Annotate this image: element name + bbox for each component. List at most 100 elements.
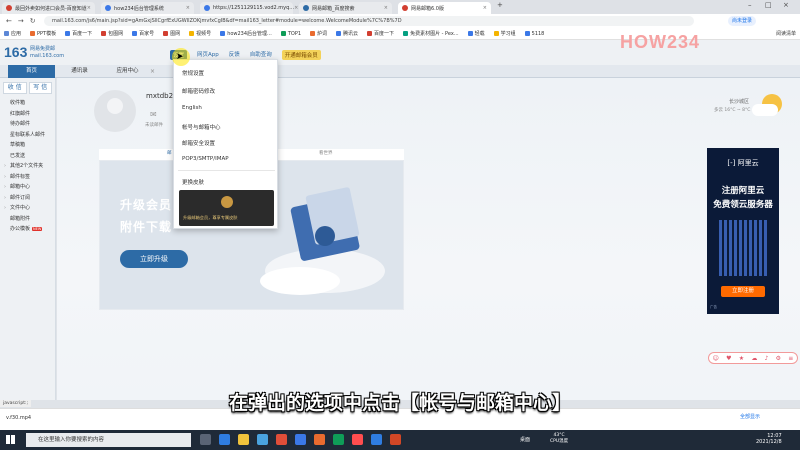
bookmark-item[interactable]: 包图网 — [101, 30, 123, 37]
sidebar-item-starred[interactable]: 星标联系人邮件 — [0, 130, 55, 141]
menu-item-english[interactable]: English — [182, 105, 202, 111]
sidebar-item-todo[interactable]: 待办邮件 — [0, 119, 55, 130]
bookmark-item[interactable]: 图网 — [163, 30, 180, 37]
floating-toolbar[interactable]: ☺ ♥ ★ ☁ ♪ ⚙ ≡ — [708, 352, 798, 364]
bookmark-item[interactable]: 应用 — [4, 30, 21, 37]
browser-tab-active[interactable]: 网易邮箱6.0版 × — [398, 2, 491, 14]
back-icon[interactable]: ← — [6, 17, 12, 25]
vip-link[interactable]: 开通邮箱会员 — [281, 50, 321, 60]
music-icon[interactable]: ♪ — [765, 355, 769, 362]
sidebar-item-templates[interactable]: 办公模板 NEW — [0, 224, 55, 235]
sidebar-item-sent[interactable]: 已发送 — [0, 151, 55, 162]
tab-app-center[interactable]: 应用中心 — [104, 65, 151, 78]
bookmark-item[interactable]: 视频号 — [189, 30, 211, 37]
tab-close-icon[interactable]: × — [483, 5, 487, 11]
tab-home[interactable]: 首页 — [8, 65, 55, 78]
bookmark-item[interactable]: PPT模板 — [30, 30, 56, 37]
bookmark-item[interactable]: 百度一下 — [65, 30, 92, 37]
avatar[interactable] — [94, 90, 136, 132]
new-tab-button[interactable]: + — [497, 1, 503, 9]
word-icon[interactable] — [371, 434, 382, 445]
bookmark-label: 百度一下 — [374, 31, 395, 37]
browser-tab[interactable]: 网易邮箱_百度搜索 × — [299, 2, 392, 14]
menu-item-security[interactable]: 邮箱安全设置 — [182, 139, 215, 147]
tab-close-icon[interactable]: × — [294, 5, 298, 11]
tab-contacts[interactable]: 通讯录 — [56, 65, 103, 78]
sidebar-item-mail-center[interactable]: 邮箱中心 — [0, 182, 55, 193]
close-window-button[interactable]: × — [783, 1, 789, 9]
sidebar-item-tags[interactable]: 邮件标签 — [0, 172, 55, 183]
banner-tab-mail[interactable]: 邮 — [167, 150, 172, 156]
tab-close-icon[interactable]: × — [186, 5, 190, 11]
emoji-icon[interactable]: ☺ — [713, 355, 719, 362]
sidebar-item-other-folders[interactable]: 其他2个文件夹 — [0, 161, 55, 172]
bookmark-item[interactable]: 腾讯云 — [336, 30, 358, 37]
receive-button[interactable]: 收 信 — [3, 82, 27, 94]
banner-tab-world[interactable]: 看世界 — [319, 150, 333, 156]
bookmark-label: how234后台管理... — [227, 31, 272, 37]
edge-icon[interactable] — [219, 434, 230, 445]
login-button[interactable]: 尚未登录 — [728, 16, 757, 26]
sidebar-item-file-center[interactable]: 文件中心 — [0, 203, 55, 214]
taskbar-search-input[interactable]: 在这里输入你要搜索的内容 — [26, 433, 191, 447]
menu-icon[interactable]: ≡ — [788, 355, 793, 362]
sidebar-item-subscriptions[interactable]: 邮件订阅 — [0, 193, 55, 204]
tab-close-icon[interactable]: × — [384, 5, 388, 11]
star-icon[interactable]: ★ — [739, 355, 744, 362]
bookmark-item[interactable]: how234后台管理... — [220, 30, 272, 37]
vip-skin-promo[interactable]: 升级邮箱会员，尊享专属皮肤 — [179, 190, 274, 226]
reload-icon[interactable]: ↻ — [30, 17, 36, 25]
browser-tab[interactable]: https://1251129115.vod2.myq... × — [200, 2, 298, 14]
sidebar-item-attachments[interactable]: 邮箱附件 — [0, 214, 55, 225]
unread-label[interactable]: 未读邮件 — [145, 122, 163, 128]
menu-item-change-skin[interactable]: 更换皮肤 — [182, 178, 204, 186]
envelope-icon[interactable]: ✉ — [150, 110, 157, 119]
menu-item-pop3-smtp-imap[interactable]: POP3/SMTP/IMAP — [182, 156, 229, 162]
bookmark-item[interactable]: 轻载 — [467, 30, 485, 37]
bookmark-item[interactable]: 百度一下 — [367, 30, 394, 37]
url-input[interactable]: mail.163.com/js6/main.jsp?sid=gAmGxjSllC… — [44, 16, 694, 26]
app-icon[interactable] — [352, 434, 363, 445]
mail-logo[interactable]: 163 — [4, 44, 27, 60]
app-icon[interactable] — [333, 434, 344, 445]
gear-icon[interactable]: ⚙ — [776, 355, 781, 362]
ad-register-button[interactable]: 立即注册 — [721, 286, 765, 297]
reading-list-button[interactable]: 阅读清单 — [776, 30, 796, 37]
sidebar-item-inbox[interactable]: 收件箱 — [0, 98, 55, 109]
desktop-label[interactable]: 桌面 — [520, 436, 530, 443]
bookmark-item[interactable]: TOP1 — [280, 31, 301, 37]
download-file[interactable]: v.f30.mp4 — [6, 415, 31, 421]
browser-tab[interactable]: 最回外卖如何进口会员-百度知道 × — [2, 2, 95, 14]
menu-item-general-settings[interactable]: 常规设置 — [182, 69, 204, 77]
bookmark-item[interactable]: 5118 — [524, 31, 544, 37]
tab-close-icon[interactable]: × — [87, 5, 91, 11]
cloud-icon[interactable]: ☁ — [751, 355, 757, 362]
compose-button[interactable]: 写 信 — [28, 82, 52, 94]
bookmark-item[interactable]: 免费素材图片 - Pex... — [403, 30, 459, 37]
powerpoint-icon[interactable] — [390, 434, 401, 445]
chrome-icon[interactable] — [276, 434, 287, 445]
bookmark-item[interactable]: 炉词 — [310, 30, 327, 37]
heart-icon[interactable]: ♥ — [726, 355, 731, 362]
bookmark-icon — [101, 31, 107, 36]
menu-item-change-password[interactable]: 邮箱密码修改 — [182, 87, 215, 95]
clock[interactable]: 12:07 2021/12/8 — [756, 433, 782, 445]
app-icon[interactable] — [257, 434, 268, 445]
app-icon[interactable] — [295, 434, 306, 445]
maximize-button[interactable]: □ — [765, 1, 772, 9]
bookmark-item[interactable]: 百家号 — [132, 30, 154, 37]
upgrade-now-button[interactable]: 立即升级 — [120, 250, 188, 268]
app-icon[interactable] — [314, 434, 325, 445]
ad-panel[interactable]: [-] 阿里云 注册阿里云 免费领云服务器 立即注册 广告 — [707, 148, 779, 314]
task-view-icon[interactable] — [200, 434, 211, 445]
windows-start-icon[interactable] — [6, 435, 15, 444]
bookmark-item[interactable]: 学习组 — [493, 30, 516, 37]
sidebar-item-flagged[interactable]: 红旗邮件 — [0, 109, 55, 120]
menu-item-account-center[interactable]: 帐号与邮箱中心 — [182, 123, 221, 131]
folder-icon[interactable] — [238, 434, 249, 445]
minimize-button[interactable]: – — [748, 1, 752, 9]
tab-close-icon[interactable]: × — [150, 65, 155, 78]
forward-icon[interactable]: → — [18, 17, 24, 25]
sidebar-item-drafts[interactable]: 草稿箱 — [0, 140, 55, 151]
browser-tab[interactable]: how234后台管理系统 × — [101, 2, 194, 14]
